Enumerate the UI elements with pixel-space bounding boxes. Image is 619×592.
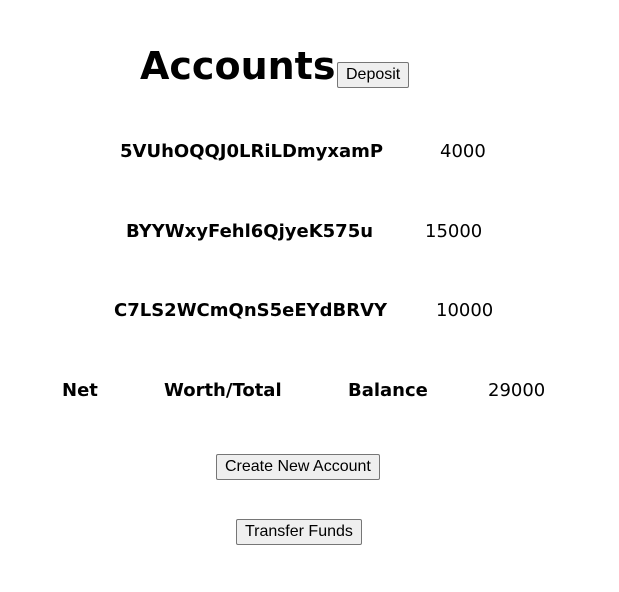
summary-label-balance: Balance — [348, 380, 428, 401]
create-account-button[interactable]: Create New Account — [216, 454, 380, 480]
accounts-page: Accounts Deposit 5VUhOQQJ0LRiLDmyxamP 40… — [0, 0, 619, 592]
account-balance: 15000 — [425, 221, 483, 242]
page-title: Accounts — [140, 44, 336, 88]
summary-label-net: Net — [62, 380, 98, 401]
total-balance-value: 29000 — [488, 380, 546, 401]
account-id: 5VUhOQQJ0LRiLDmyxamP — [120, 141, 384, 162]
account-id: BYYWxyFehl6QjyeK575u — [126, 221, 374, 242]
account-balance: 10000 — [436, 300, 494, 321]
transfer-funds-button[interactable]: Transfer Funds — [236, 519, 362, 545]
summary-label-worth-total: Worth/Total — [164, 380, 282, 401]
account-balance: 4000 — [440, 141, 486, 162]
account-id: C7LS2WCmQnS5eEYdBRVY — [114, 300, 388, 321]
deposit-button[interactable]: Deposit — [337, 62, 410, 88]
